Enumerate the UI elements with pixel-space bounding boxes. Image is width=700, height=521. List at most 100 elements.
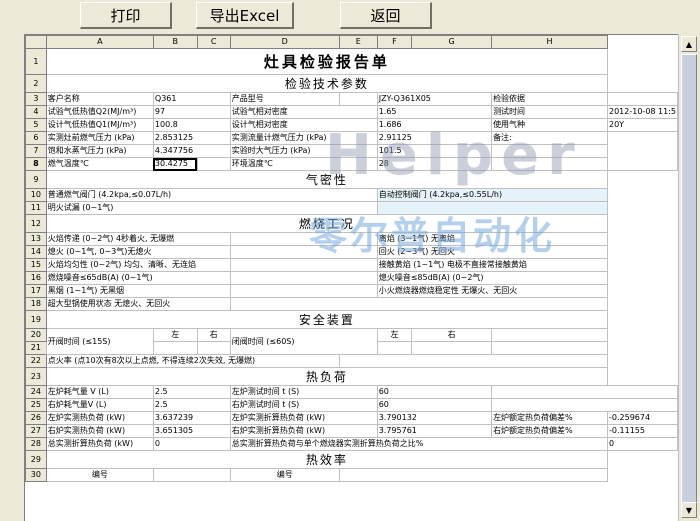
cell-label[interactable]: 编号 bbox=[229, 468, 340, 482]
col-header-c[interactable]: C bbox=[196, 35, 231, 49]
cell[interactable] bbox=[229, 232, 378, 246]
cell-value[interactable]: 2012-10-08 11:5 bbox=[607, 105, 678, 119]
cell-label[interactable]: 熄火 (0~1气, 0~3气)无熄火 bbox=[45, 245, 231, 259]
cell-label[interactable]: 明火试漏 (0~1气) bbox=[45, 201, 378, 215]
cell-label[interactable]: 实测流量计燃气压力 (kPa) bbox=[229, 131, 378, 145]
cell-label[interactable]: 产品型号 bbox=[229, 92, 340, 106]
print-button[interactable]: 打印 bbox=[80, 2, 172, 29]
cell-label[interactable]: 使用气种 bbox=[491, 118, 608, 132]
section-safety[interactable]: 安全装置 bbox=[45, 310, 609, 329]
cell-value[interactable]: -0.259674 bbox=[607, 411, 678, 425]
scroll-thumb[interactable] bbox=[681, 54, 697, 514]
cell-value[interactable]: 1.65 bbox=[376, 105, 493, 119]
cell-label[interactable]: 试验气低热值Q2(MJ/m³) bbox=[45, 105, 154, 119]
section-heat-load[interactable]: 热负荷 bbox=[45, 367, 609, 386]
cell-label[interactable]: 左炉额定热负荷偏差% bbox=[491, 411, 608, 425]
row-header[interactable]: 12 bbox=[25, 214, 47, 233]
cell-value[interactable]: 2.5 bbox=[152, 385, 231, 399]
cell[interactable] bbox=[338, 468, 609, 482]
cell-label[interactable]: 普通燃气阀门 (4.2kpa,≤0.07L/h) bbox=[45, 188, 378, 202]
cell-label[interactable]: 总实测折算热负荷与单个燃烧器实测折算热负荷之比% bbox=[229, 437, 609, 451]
cell-label[interactable]: 左炉实测折算热负荷 (kW) bbox=[229, 411, 378, 425]
cell-label[interactable]: 燃烧噪音≤65dB(A) (0~1气) bbox=[45, 271, 231, 285]
selected-cell[interactable]: 30.4275 bbox=[152, 157, 198, 171]
row-header[interactable]: 10 bbox=[25, 188, 47, 202]
cell-label[interactable]: 熄火噪音≤85dB(A) (0~2气) bbox=[376, 271, 609, 285]
scroll-down-icon[interactable]: ▼ bbox=[681, 502, 697, 518]
section-airtight[interactable]: 气密性 bbox=[45, 170, 609, 189]
spreadsheet-view[interactable]: A B C D E F G H 1 灶具检验报告单 2 检验技术参数 3 客户名… bbox=[24, 34, 678, 521]
row-header[interactable]: 16 bbox=[25, 271, 47, 285]
row-header[interactable]: 22 bbox=[25, 354, 47, 368]
cell[interactable] bbox=[376, 201, 609, 215]
cell[interactable] bbox=[152, 341, 198, 355]
scroll-up-icon[interactable]: ▲ bbox=[681, 36, 697, 52]
cell-label[interactable]: 左炉实测热负荷 (kW) bbox=[45, 411, 154, 425]
cell[interactable] bbox=[491, 398, 678, 412]
cell[interactable] bbox=[229, 271, 378, 285]
cell-label[interactable]: 闭阀时间 (≤60S) bbox=[229, 328, 378, 355]
cell-value[interactable]: 60 bbox=[376, 385, 493, 399]
cell-value[interactable]: 4.347756 bbox=[152, 144, 231, 158]
cell-value[interactable]: 1.686 bbox=[376, 118, 493, 132]
row-header[interactable]: 28 bbox=[25, 437, 47, 451]
cell[interactable] bbox=[229, 245, 378, 259]
cell-label[interactable]: 超大型锅使用状态 无熄火、无回火 bbox=[45, 297, 231, 311]
cell-value[interactable]: 101.5 bbox=[376, 144, 493, 158]
cell[interactable] bbox=[229, 258, 378, 272]
back-button[interactable]: 返回 bbox=[340, 2, 432, 29]
cell[interactable] bbox=[152, 468, 231, 482]
cell-value[interactable]: 97 bbox=[152, 105, 231, 119]
cell-value[interactable]: 2.5 bbox=[152, 398, 231, 412]
cell[interactable] bbox=[491, 144, 608, 158]
cell-label[interactable]: 火焰传递 (0~2气) 4秒着火, 无爆燃 bbox=[45, 232, 231, 246]
cell-value[interactable]: 20Y bbox=[607, 118, 678, 132]
row-header[interactable]: 18 bbox=[25, 297, 47, 311]
cell-value[interactable]: JZY-Q361X05 bbox=[376, 92, 493, 106]
select-all-corner[interactable] bbox=[25, 35, 47, 49]
cell-value[interactable]: 0 bbox=[152, 437, 231, 451]
cell[interactable] bbox=[411, 341, 493, 355]
cell-label[interactable]: 右 bbox=[411, 328, 493, 342]
row-header[interactable]: 21 bbox=[25, 341, 47, 355]
cell-label[interactable]: 左炉耗气量 V (L) bbox=[45, 385, 154, 399]
row-header[interactable]: 29 bbox=[25, 450, 47, 469]
cell[interactable] bbox=[196, 157, 231, 171]
row-header[interactable]: 15 bbox=[25, 258, 47, 272]
cell-label[interactable]: 左 bbox=[376, 328, 413, 342]
cell-label[interactable]: 备注: bbox=[491, 131, 608, 145]
cell-label[interactable]: 右 bbox=[196, 328, 231, 342]
cell-label[interactable]: 右炉实测折算热负荷 (kW) bbox=[229, 424, 378, 438]
row-header[interactable]: 20 bbox=[25, 328, 47, 342]
row-header[interactable]: 19 bbox=[25, 310, 47, 329]
cell[interactable] bbox=[229, 284, 378, 298]
cell-label[interactable]: 实测灶前燃气压力 (kPa) bbox=[45, 131, 154, 145]
cell-label[interactable]: 总实测折算热负荷 (kW) bbox=[45, 437, 154, 451]
cell[interactable] bbox=[196, 341, 231, 355]
section-combustion[interactable]: 燃烧工况 bbox=[45, 214, 609, 233]
cell-label[interactable]: 试验气相对密度 bbox=[229, 105, 378, 119]
cell[interactable] bbox=[338, 354, 609, 368]
cell-label[interactable]: 右炉额定热负荷偏差% bbox=[491, 424, 608, 438]
row-header[interactable]: 7 bbox=[25, 144, 47, 158]
cell-label[interactable]: 离焰 (3~1气) 无离焰 bbox=[376, 232, 609, 246]
row-header[interactable]: 14 bbox=[25, 245, 47, 259]
section-efficiency[interactable]: 热效率 bbox=[45, 450, 609, 469]
cell-label[interactable]: 接触黄焰 (1~1气) 电极不直接常接触黄焰 bbox=[376, 258, 609, 272]
cell-label[interactable]: 右炉耗气量V (L) bbox=[45, 398, 154, 412]
cell-value[interactable]: 3.651305 bbox=[152, 424, 231, 438]
row-header[interactable]: 6 bbox=[25, 131, 47, 145]
cell-label[interactable]: 开阀时间 (≤15S) bbox=[45, 328, 154, 355]
cell[interactable] bbox=[229, 297, 609, 311]
cell-label[interactable]: 左 bbox=[152, 328, 198, 342]
cell-value[interactable]: 0 bbox=[607, 437, 678, 451]
cell-label[interactable]: 测试时间 bbox=[491, 105, 608, 119]
row-header[interactable]: 11 bbox=[25, 201, 47, 215]
cell-value[interactable]: 28 bbox=[376, 157, 493, 171]
export-excel-button[interactable]: 导出Excel bbox=[196, 2, 294, 29]
cell-value[interactable]: 3.637239 bbox=[152, 411, 231, 425]
cell-label[interactable]: 小火燃烧器燃烧稳定性 无爆火、无回火 bbox=[376, 284, 609, 298]
cell-label[interactable]: 回火 (2~3气) 无回火 bbox=[376, 245, 609, 259]
row-header[interactable]: 4 bbox=[25, 105, 47, 119]
cell-label[interactable]: 黑烟 (1~1气) 无黑烟 bbox=[45, 284, 231, 298]
